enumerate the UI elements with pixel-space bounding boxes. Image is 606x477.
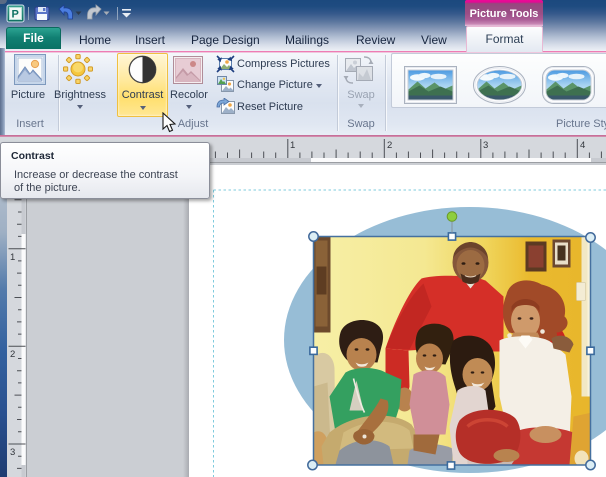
svg-text:1: 1 <box>290 140 295 151</box>
svg-text:1: 1 <box>10 252 15 263</box>
svg-text:2: 2 <box>10 349 15 360</box>
svg-text:P: P <box>12 9 19 21</box>
svg-text:3: 3 <box>10 447 15 458</box>
svg-text:3: 3 <box>483 140 488 151</box>
svg-text:4: 4 <box>580 140 585 151</box>
svg-text:2: 2 <box>387 140 392 151</box>
